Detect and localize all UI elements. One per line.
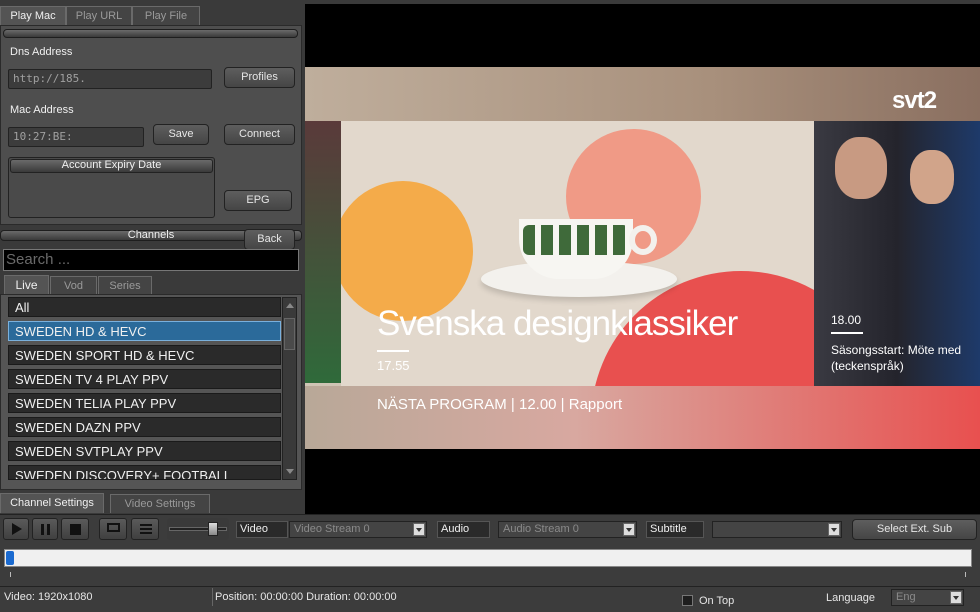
status-sep [212,588,213,606]
play-icon [12,523,22,535]
stop-button[interactable] [61,518,89,540]
channel-item-sweden-svtplay[interactable]: SWEDEN SVTPLAY PPV [8,441,281,461]
scroll-thumb[interactable] [284,318,295,350]
account-expiry-header: Account Expiry Date [10,159,213,173]
cup-handle [629,225,657,255]
video-stream-value: Video Stream 0 [294,523,370,535]
channel-list-scrollbar[interactable] [282,297,297,480]
mac-address-field[interactable]: 10:27:BE: [8,127,144,147]
seek-tick-right [965,572,966,577]
presenter-left [305,121,341,383]
dns-label: Dns Address [10,46,73,58]
cup [519,219,633,279]
language-value: Eng [896,591,916,603]
orange-circle [341,181,473,321]
profiles-button[interactable]: Profiles [224,67,295,88]
scroll-down-icon[interactable] [286,469,294,474]
audio-stream-value: Audio Stream 0 [503,523,579,535]
fullscreen-button[interactable] [99,518,127,540]
video-stream-select[interactable]: Video Stream 0 [289,521,427,538]
tab-channel-settings[interactable]: Channel Settings [0,493,104,513]
connect-button[interactable]: Connect [224,124,295,145]
tab-play-file[interactable]: Play File [132,6,200,25]
program-panel [341,121,815,386]
tab-play-url[interactable]: Play URL [66,6,132,25]
pause-icon [41,524,44,535]
chevron-down-icon[interactable] [950,591,962,604]
program-time: 17.55 [377,358,410,373]
side-time: 18.00 [831,313,862,327]
guest-face-1 [835,137,887,199]
subtitle-label: Subtitle [646,521,704,538]
account-panel-header [3,29,298,38]
scroll-up-icon[interactable] [286,303,294,308]
account-expiry-label: Account Expiry Date [61,159,162,171]
tab-vod[interactable]: Vod [50,276,97,295]
tab-play-mac[interactable]: Play Mac [0,6,66,26]
next-program-text: NÄSTA PROGRAM | 12.00 | Rapport [377,396,623,413]
stop-icon [70,524,81,535]
play-button[interactable] [3,518,29,540]
volume-slider[interactable] [167,518,229,540]
side-text-2: (teckenspråk) [831,359,904,373]
seek-bar[interactable] [4,549,972,567]
channel-item-sweden-telia[interactable]: SWEDEN TELIA PLAY PPV [8,393,281,413]
side-text-1: Säsongsstart: Möte med [831,343,962,357]
seek-thumb[interactable] [6,551,14,565]
monitor-icon [107,523,120,532]
tab-series[interactable]: Series [98,276,152,295]
next-program-bar: NÄSTA PROGRAM | 12.00 | Rapport [305,386,980,449]
studio-background [305,67,980,125]
language-label: Language [826,592,875,604]
back-button[interactable]: Back [244,229,295,250]
video-player[interactable]: svt2 Svenska designklassiker 17.55 18.00… [305,4,980,514]
save-button[interactable]: Save [153,124,209,145]
on-top-label: On Top [699,595,735,607]
language-select[interactable]: Eng [891,589,964,606]
tab-live[interactable]: Live [4,275,49,295]
guest-face-2 [910,150,954,204]
volume-knob[interactable] [208,522,219,536]
epg-button[interactable]: EPG [224,190,292,211]
chevron-down-icon[interactable] [623,523,635,536]
playlist-button[interactable] [131,518,159,540]
pause-button[interactable] [32,518,58,540]
program-title: Svenska designklassiker [377,304,738,343]
chevron-down-icon[interactable] [828,523,840,536]
account-expiry-box: Account Expiry Date [8,157,215,218]
video-resolution-status: Video: 1920x1080 [4,591,93,603]
side-underline [831,332,863,334]
channel-item-sweden-tv4[interactable]: SWEDEN TV 4 PLAY PPV [8,369,281,389]
svt2-logo: svt2 [892,87,937,114]
channel-item-sweden-dazn[interactable]: SWEDEN DAZN PPV [8,417,281,437]
video-frame: svt2 Svenska designklassiker 17.55 18.00… [305,67,980,449]
search-placeholder: Search ... [6,251,71,268]
channels-header: Channels [127,229,175,241]
chevron-down-icon[interactable] [413,523,425,536]
video-label: Video [236,521,288,538]
channel-item-sweden-sport[interactable]: SWEDEN SPORT HD & HEVC [8,345,281,365]
channel-item-sweden-discovery[interactable]: SWEDEN DISCOVERY+ FOOTBALL [8,465,281,480]
list-icon [140,524,152,526]
dns-address-field[interactable]: http://185. [8,69,212,89]
on-top-checkbox[interactable] [682,595,693,606]
tab-video-settings[interactable]: Video Settings [110,494,210,513]
channel-item-all[interactable]: All [8,297,281,317]
channel-item-sweden-hd-hevc[interactable]: SWEDEN HD & HEVC [8,321,281,341]
seek-tick-left [10,572,11,577]
title-underline [377,350,409,352]
mac-label: Mac Address [10,104,74,116]
search-input[interactable]: Search ... [3,249,299,271]
select-ext-sub-button[interactable]: Select Ext. Sub [852,519,977,540]
subtitle-select[interactable] [712,521,842,538]
audio-label: Audio [437,521,490,538]
status-divider [0,586,980,587]
position-status: Position: 00:00:00 Duration: 00:00:00 [215,591,397,603]
audio-stream-select[interactable]: Audio Stream 0 [498,521,637,538]
